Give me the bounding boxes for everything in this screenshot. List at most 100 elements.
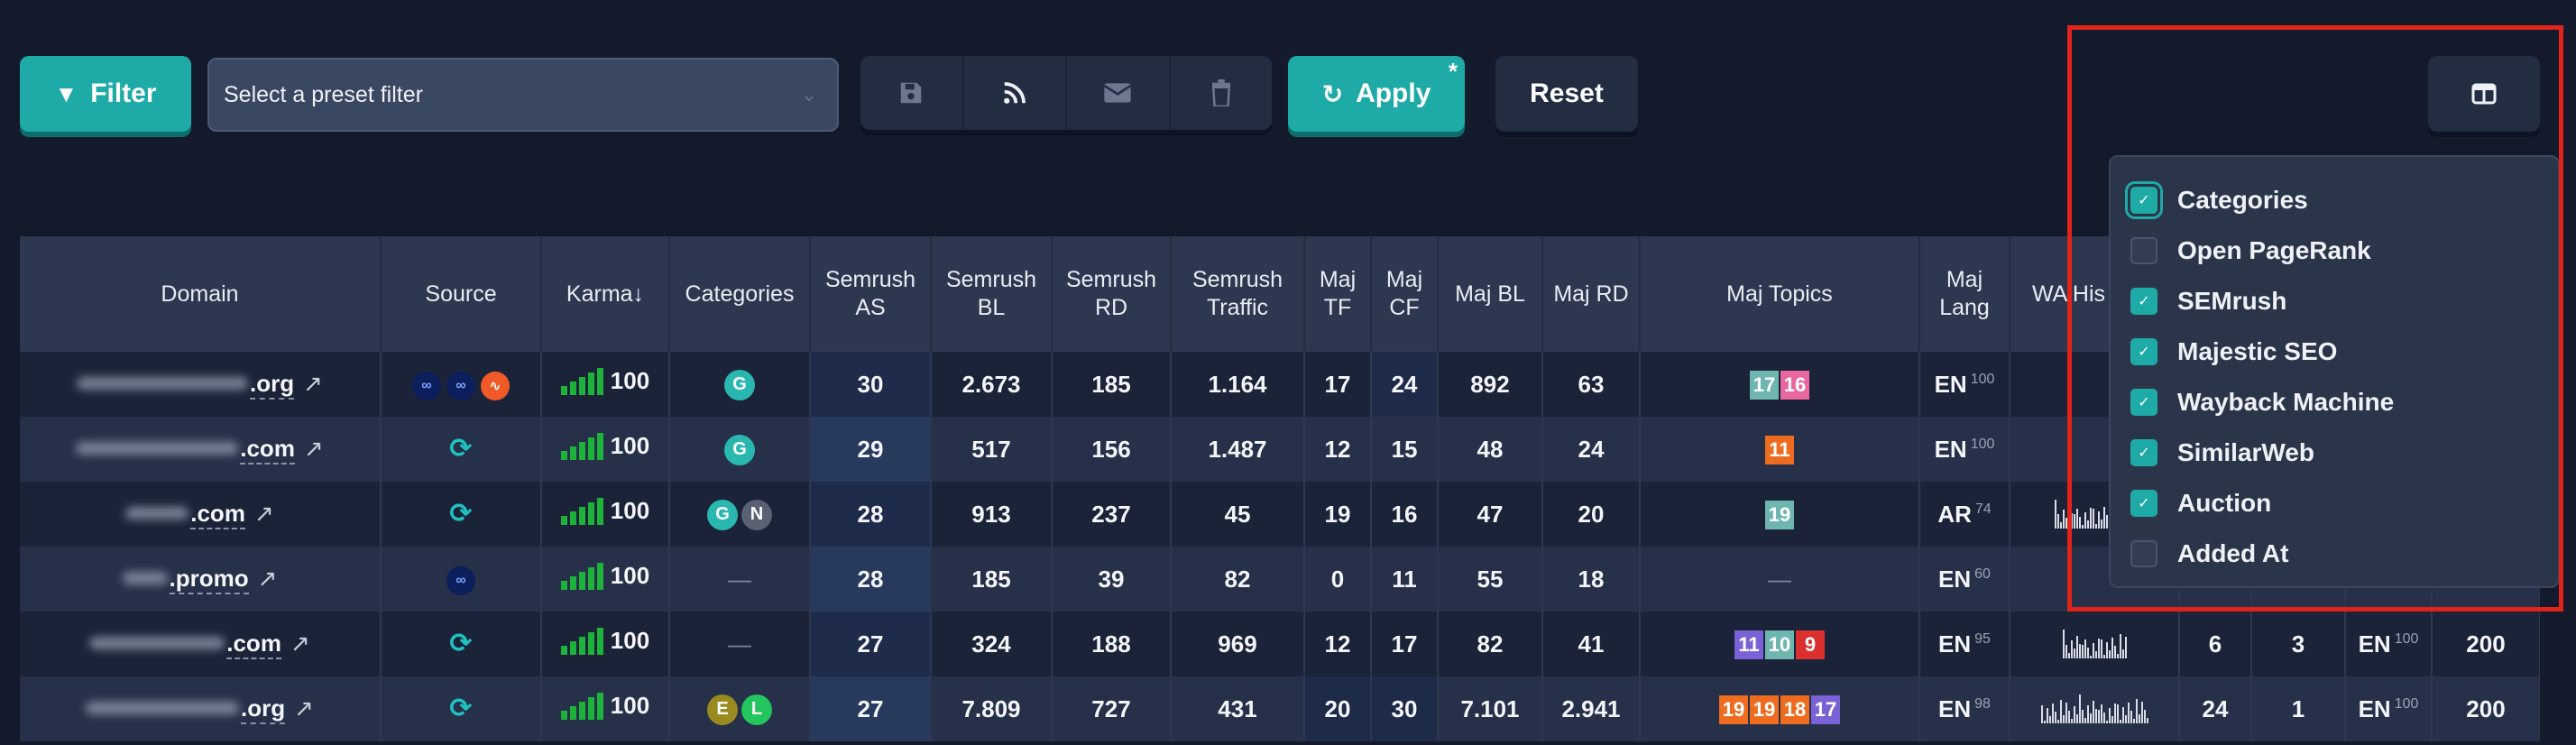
semrush-rd-cell: 188 — [1052, 612, 1172, 676]
categories-cell: EL — [669, 676, 811, 741]
checkmark-icon: ✓ — [2138, 294, 2150, 309]
header-maj-topics[interactable]: Maj Topics — [1640, 236, 1920, 352]
topic-badge: 17 — [1750, 370, 1779, 400]
header-semrush-traffic[interactable]: Semrush Traffic — [1171, 236, 1305, 352]
column-option-wayback-machine[interactable]: ✓ Wayback Machine — [2130, 377, 2558, 428]
maj-lang-cell: AR 74 — [1919, 482, 2010, 547]
table-row[interactable]: .com ↗ ⟳ 100—27 324 188 969 12 17 82 41 11 10 9 EN 95 6 3… — [20, 612, 2540, 676]
checkbox[interactable]: ✓ — [2130, 389, 2157, 416]
header-source[interactable]: Source — [381, 236, 542, 352]
domain-link[interactable]: .com ↗ — [76, 435, 324, 464]
checkbox[interactable] — [2130, 237, 2157, 264]
external-link-icon[interactable]: ↗ — [258, 565, 278, 593]
apply-button[interactable]: ↻ Apply * — [1288, 56, 1465, 132]
save-preset-button[interactable] — [860, 56, 964, 130]
karma-bars-icon — [560, 628, 603, 655]
maj-cf-cell: 30 — [1371, 676, 1439, 741]
column-option-similarweb[interactable]: ✓ SimilarWeb — [2130, 428, 2558, 478]
semrush-rd-value: 188 — [1091, 630, 1131, 658]
domain-cell: .com ↗ — [20, 482, 382, 547]
semrush-traffic-cell: 82 — [1171, 547, 1305, 612]
semrush-traffic-value: 969 — [1218, 630, 1257, 658]
topic-badge: 16 — [1780, 370, 1809, 400]
spiral-source-icon: ⟳ — [449, 499, 473, 529]
semrush-traffic-cell: 45 — [1171, 482, 1305, 547]
checkmark-icon: ✓ — [2138, 345, 2150, 360]
columns-toggle-button[interactable] — [2428, 56, 2540, 132]
semrush-traffic-value: 82 — [1224, 565, 1251, 593]
domain-link[interactable]: .com ↗ — [89, 630, 310, 659]
external-link-icon[interactable]: ↗ — [294, 694, 314, 722]
maj-rd-value: 63 — [1578, 370, 1605, 398]
domain-link[interactable]: .com ↗ — [125, 500, 274, 529]
checkbox[interactable] — [2130, 540, 2157, 567]
karma-bars-icon — [560, 693, 603, 720]
external-link-icon[interactable]: ↗ — [290, 630, 310, 658]
rss-button[interactable] — [964, 56, 1067, 130]
header-domain[interactable]: Domain — [20, 236, 382, 352]
maj-cf-value: 17 — [1391, 630, 1418, 658]
reset-button[interactable]: Reset — [1495, 56, 1638, 132]
header-semrush-bl[interactable]: Semrush BL — [931, 236, 1053, 352]
checkbox[interactable]: ✓ — [2130, 490, 2157, 517]
header-maj-tf[interactable]: Maj TF — [1304, 236, 1372, 352]
category-badge: G — [707, 499, 738, 530]
checkbox[interactable]: ✓ — [2130, 187, 2157, 214]
maj-bl-value: 55 — [1477, 565, 1504, 593]
semrush-as-cell: 27 — [810, 612, 932, 676]
extra-cell-1: 6 — [2179, 612, 2252, 676]
header-maj-rd[interactable]: Maj RD — [1542, 236, 1641, 352]
checkbox[interactable]: ✓ — [2130, 338, 2157, 365]
topic-badge: 11 — [1765, 435, 1794, 464]
table-row[interactable]: .org ↗ ⟳ 100 E L 27 7.809 727 431 20 30 7.101 2.941 19… — [20, 676, 2540, 741]
external-link-icon[interactable]: ↗ — [303, 370, 323, 398]
extra-value: 3 — [2291, 630, 2305, 658]
column-option-categories[interactable]: ✓ Categories — [2130, 175, 2558, 225]
categories-cell: — — [669, 547, 811, 612]
delete-preset-button[interactable] — [1171, 56, 1273, 130]
semrush-bl-value: 185 — [971, 565, 1011, 593]
column-option-semrush[interactable]: ✓ SEMrush — [2130, 276, 2558, 327]
semrush-as-cell: 27 — [810, 676, 932, 741]
domain-link[interactable]: .org ↗ — [77, 370, 323, 400]
header-maj-bl[interactable]: Maj BL — [1438, 236, 1543, 352]
semrush-rd-cell: 185 — [1052, 352, 1172, 417]
column-option-open-pagerank[interactable]: Open PageRank — [2130, 225, 2558, 276]
semrush-rd-cell: 237 — [1052, 482, 1172, 547]
category-badge: G — [724, 369, 755, 400]
maj-tf-value: 19 — [1324, 500, 1351, 528]
column-option-majestic-seo[interactable]: ✓ Majestic SEO — [2130, 327, 2558, 377]
lang-code: EN — [1938, 630, 1972, 658]
header-semrush-as[interactable]: Semrush AS — [810, 236, 932, 352]
domain-link[interactable]: .org ↗ — [86, 694, 314, 724]
header-categories[interactable]: Categories — [669, 236, 811, 352]
checkbox[interactable]: ✓ — [2130, 439, 2157, 466]
maj-rd-value: 2.941 — [1561, 694, 1621, 722]
column-option-auction[interactable]: ✓ Auction — [2130, 478, 2558, 529]
link-source-icon: ∞ — [446, 566, 475, 595]
extra-lang-code: EN — [2358, 630, 2391, 658]
maj-cf-cell: 17 — [1371, 612, 1439, 676]
checkbox[interactable]: ✓ — [2130, 288, 2157, 315]
header-karma[interactable]: Karma↓ — [541, 236, 670, 352]
column-option-added-at[interactable]: Added At — [2130, 529, 2558, 579]
semrush-rd-value: 39 — [1098, 565, 1125, 593]
blurred-domain-name — [89, 636, 225, 649]
filter-button[interactable]: ▼ Filter — [20, 56, 191, 132]
header-semrush-rd[interactable]: Semrush RD — [1052, 236, 1172, 352]
maj-lang-cell: EN 60 — [1919, 547, 2010, 612]
header-maj-cf[interactable]: Maj CF — [1371, 236, 1439, 352]
karma-value: 100 — [610, 367, 650, 394]
preset-filter-select[interactable]: Select a preset filter ⌄ — [207, 58, 839, 132]
external-link-icon[interactable]: ↗ — [304, 435, 324, 463]
header-maj-lang[interactable]: Maj Lang — [1919, 236, 2010, 352]
spiral-source-icon: ⟳ — [449, 629, 473, 659]
wa-history-cell — [2010, 676, 2180, 741]
maj-topics-cell: — — [1640, 547, 1920, 612]
spiral-source-icon: ⟳ — [449, 694, 473, 724]
domain-link[interactable]: .promo ↗ — [122, 565, 278, 594]
external-link-icon[interactable]: ↗ — [254, 500, 274, 528]
maj-tf-value: 12 — [1324, 630, 1351, 658]
lang-score: 98 — [1974, 695, 1991, 712]
email-button[interactable] — [1067, 56, 1171, 130]
